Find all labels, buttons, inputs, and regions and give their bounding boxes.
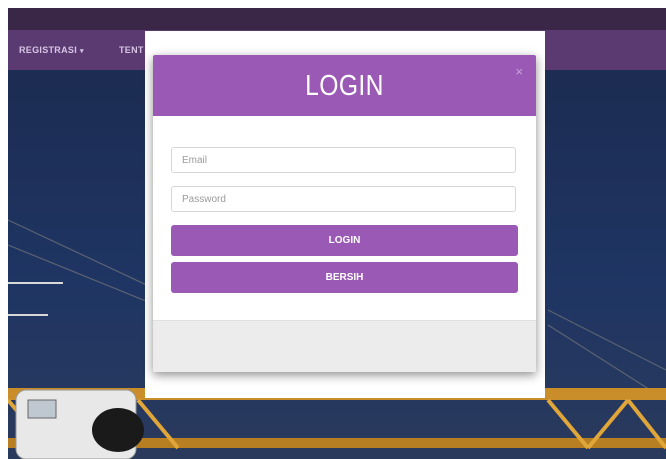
password-field[interactable] [171,186,516,212]
nav-item-label: TENT [119,45,144,55]
caret-down-icon: ▾ [80,48,84,55]
login-modal: LOGIN × LOGIN BERSIH [153,55,536,372]
modal-header: LOGIN × [153,55,536,116]
login-button[interactable]: LOGIN [171,225,518,256]
nav-item-label: REGISTRASI [19,45,78,55]
close-icon[interactable]: × [515,65,523,78]
email-field[interactable] [171,147,516,173]
modal-footer [153,320,536,372]
clear-button[interactable]: BERSIH [171,262,518,293]
nav-item-tentang[interactable]: TENT [119,30,144,70]
modal-title: LOGIN [305,70,384,102]
nav-item-registrasi[interactable]: REGISTRASI ▾ [19,30,84,70]
top-bar [8,8,666,30]
